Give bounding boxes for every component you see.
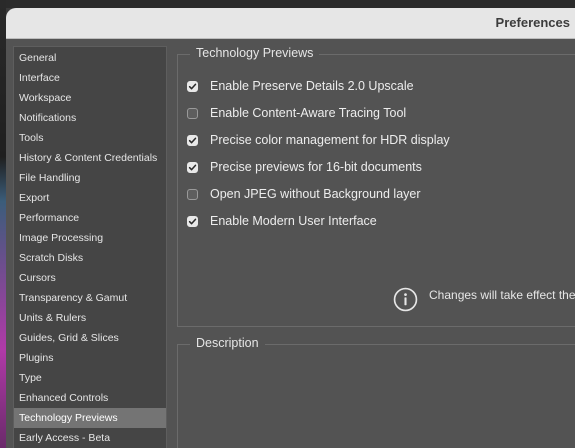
sidebar-item-export[interactable]: Export [14, 188, 166, 208]
sidebar-item-image-processing[interactable]: Image Processing [14, 228, 166, 248]
preferences-window: Preferences General Interface Workspace Not… [6, 8, 575, 448]
sidebar-item-cursors[interactable]: Cursors [14, 268, 166, 288]
checkbox-checked[interactable] [187, 161, 198, 173]
sidebar-item-general[interactable]: General [14, 48, 166, 68]
option-open-jpeg-without-background-layer[interactable]: Open JPEG without Background layer [187, 185, 421, 203]
checkmark-icon [188, 218, 197, 224]
technology-previews-heading: Technology Previews [190, 46, 320, 60]
description-heading: Description [190, 336, 265, 350]
option-label: Open JPEG without Background layer [210, 187, 421, 201]
sidebar-item-plugins[interactable]: Plugins [14, 348, 166, 368]
sidebar-item-tools[interactable]: Tools [14, 128, 166, 148]
checkbox-unchecked[interactable] [187, 107, 198, 119]
option-label: Enable Modern User Interface [210, 214, 377, 228]
checkbox-checked[interactable] [187, 80, 198, 92]
description-group: Description [177, 336, 575, 448]
checkbox-unchecked[interactable] [187, 188, 198, 200]
restart-notice: Changes will take effect the next time y… [393, 287, 575, 312]
sidebar-item-file-handling[interactable]: File Handling [14, 168, 166, 188]
option-label: Enable Content-Aware Tracing Tool [210, 106, 407, 120]
option-label: Enable Preserve Details 2.0 Upscale [210, 79, 414, 93]
checkmark-icon [188, 83, 197, 89]
option-label: Precise previews for 16-bit documents [210, 160, 422, 174]
option-enable-modern-user-interface[interactable]: Enable Modern User Interface [187, 212, 377, 230]
sidebar-item-transparency-gamut[interactable]: Transparency & Gamut [14, 288, 166, 308]
checkbox-checked[interactable] [187, 215, 198, 227]
sidebar-item-performance[interactable]: Performance [14, 208, 166, 228]
option-precise-previews-for-16-bit-documents[interactable]: Precise previews for 16-bit documents [187, 158, 422, 176]
option-enable-content-aware-tracing-tool[interactable]: Enable Content-Aware Tracing Tool [187, 104, 406, 122]
sidebar-item-interface[interactable]: Interface [14, 68, 166, 88]
option-label: Precise color management for HDR display [210, 133, 450, 147]
info-circle-icon [393, 287, 418, 312]
sidebar-item-technology-previews[interactable]: Technology Previews [14, 408, 166, 428]
restart-notice-text: Changes will take effect the next time y… [429, 287, 575, 302]
option-precise-color-management-for-hdr-display[interactable]: Precise color management for HDR display [187, 131, 450, 149]
sidebar-item-type[interactable]: Type [14, 368, 166, 388]
desktop-menubar-strip [0, 0, 575, 8]
sidebar-item-guides-grid-slices[interactable]: Guides, Grid & Slices [14, 328, 166, 348]
sidebar-item-notifications[interactable]: Notifications [14, 108, 166, 128]
window-title: Preferences [495, 15, 570, 30]
checkbox-checked[interactable] [187, 134, 198, 146]
window-titlebar[interactable]: Preferences [6, 8, 575, 39]
sidebar-item-enhanced-controls[interactable]: Enhanced Controls [14, 388, 166, 408]
sidebar-item-workspace[interactable]: Workspace [14, 88, 166, 108]
sidebar-item-units-rulers[interactable]: Units & Rulers [14, 308, 166, 328]
sidebar-item-history-content-credentials[interactable]: History & Content Credentials [14, 148, 166, 168]
technology-previews-group: Technology Previews Enable Preserve Deta… [177, 46, 575, 327]
checkmark-icon [188, 137, 197, 143]
sidebar-item-scratch-disks[interactable]: Scratch Disks [14, 248, 166, 268]
preferences-sidebar: General Interface Workspace Notifications To… [13, 46, 167, 448]
option-enable-preserve-details-2-0-upscale[interactable]: Enable Preserve Details 2.0 Upscale [187, 77, 414, 95]
sidebar-item-early-access-beta[interactable]: Early Access - Beta [14, 428, 166, 448]
checkmark-icon [188, 164, 197, 170]
